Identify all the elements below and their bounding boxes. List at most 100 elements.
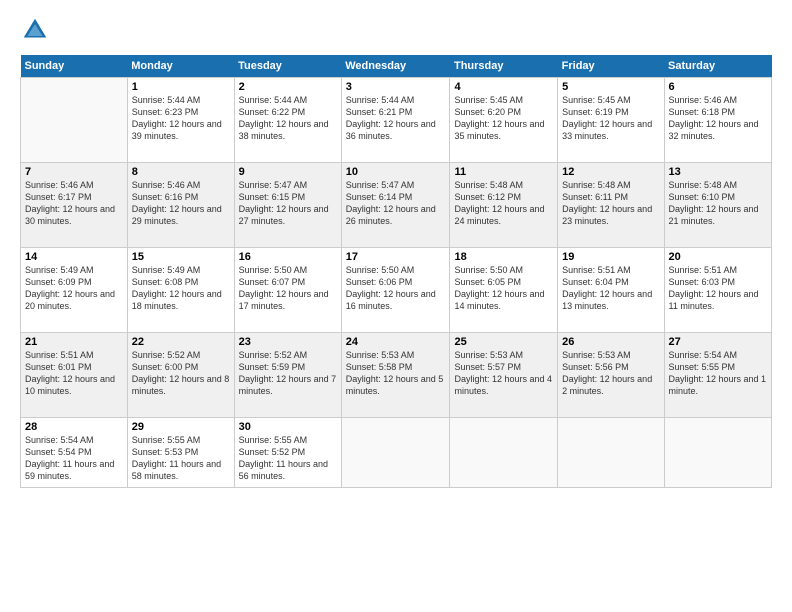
day-info: Sunrise: 5:47 AM Sunset: 6:14 PM Dayligh… — [346, 179, 446, 228]
sunrise-text: Sunrise: 5:50 AM — [454, 265, 523, 275]
sunrise-text: Sunrise: 5:52 AM — [239, 350, 308, 360]
calendar-day-cell: 17 Sunrise: 5:50 AM Sunset: 6:06 PM Dayl… — [341, 248, 450, 333]
sunset-text: Sunset: 6:08 PM — [132, 277, 199, 287]
sunset-text: Sunset: 6:07 PM — [239, 277, 306, 287]
calendar-day-cell — [341, 418, 450, 488]
sunset-text: Sunset: 6:11 PM — [562, 192, 628, 202]
sunrise-text: Sunrise: 5:51 AM — [669, 265, 738, 275]
sunrise-text: Sunrise: 5:48 AM — [562, 180, 631, 190]
sunset-text: Sunset: 6:04 PM — [562, 277, 629, 287]
day-info: Sunrise: 5:44 AM Sunset: 6:21 PM Dayligh… — [346, 94, 446, 143]
day-info: Sunrise: 5:53 AM Sunset: 5:57 PM Dayligh… — [454, 349, 553, 398]
day-number: 13 — [669, 166, 768, 178]
calendar-day-header: Saturday — [664, 55, 772, 78]
calendar: SundayMondayTuesdayWednesdayThursdayFrid… — [20, 55, 772, 488]
calendar-week-row: 7 Sunrise: 5:46 AM Sunset: 6:17 PM Dayli… — [21, 163, 772, 248]
calendar-day-cell — [664, 418, 772, 488]
sunset-text: Sunset: 6:03 PM — [669, 277, 736, 287]
calendar-week-row: 14 Sunrise: 5:49 AM Sunset: 6:09 PM Dayl… — [21, 248, 772, 333]
sunrise-text: Sunrise: 5:46 AM — [669, 95, 738, 105]
day-info: Sunrise: 5:48 AM Sunset: 6:12 PM Dayligh… — [454, 179, 553, 228]
daylight-text: Daylight: 12 hours and 1 minute. — [669, 374, 767, 396]
logo — [20, 15, 54, 45]
sunrise-text: Sunrise: 5:45 AM — [562, 95, 631, 105]
sunrise-text: Sunrise: 5:46 AM — [132, 180, 201, 190]
day-info: Sunrise: 5:49 AM Sunset: 6:09 PM Dayligh… — [25, 264, 123, 313]
day-number: 7 — [25, 166, 123, 178]
sunset-text: Sunset: 6:17 PM — [25, 192, 92, 202]
sunset-text: Sunset: 5:52 PM — [239, 447, 306, 457]
day-info: Sunrise: 5:52 AM Sunset: 6:00 PM Dayligh… — [132, 349, 230, 398]
day-info: Sunrise: 5:51 AM Sunset: 6:03 PM Dayligh… — [669, 264, 768, 313]
sunrise-text: Sunrise: 5:53 AM — [346, 350, 415, 360]
calendar-day-cell — [450, 418, 558, 488]
day-info: Sunrise: 5:44 AM Sunset: 6:23 PM Dayligh… — [132, 94, 230, 143]
day-number: 20 — [669, 251, 768, 263]
sunset-text: Sunset: 5:58 PM — [346, 362, 413, 372]
daylight-text: Daylight: 12 hours and 32 minutes. — [669, 119, 759, 141]
day-info: Sunrise: 5:45 AM Sunset: 6:20 PM Dayligh… — [454, 94, 553, 143]
calendar-week-row: 21 Sunrise: 5:51 AM Sunset: 6:01 PM Dayl… — [21, 333, 772, 418]
sunrise-text: Sunrise: 5:47 AM — [239, 180, 308, 190]
sunrise-text: Sunrise: 5:48 AM — [454, 180, 523, 190]
daylight-text: Daylight: 12 hours and 21 minutes. — [669, 204, 759, 226]
day-info: Sunrise: 5:54 AM Sunset: 5:55 PM Dayligh… — [669, 349, 768, 398]
sunset-text: Sunset: 6:14 PM — [346, 192, 413, 202]
sunrise-text: Sunrise: 5:54 AM — [669, 350, 738, 360]
day-info: Sunrise: 5:53 AM Sunset: 5:56 PM Dayligh… — [562, 349, 659, 398]
daylight-text: Daylight: 12 hours and 16 minutes. — [346, 289, 436, 311]
logo-icon — [20, 15, 50, 45]
day-number: 10 — [346, 166, 446, 178]
daylight-text: Daylight: 12 hours and 23 minutes. — [562, 204, 652, 226]
sunrise-text: Sunrise: 5:52 AM — [132, 350, 201, 360]
calendar-day-cell: 23 Sunrise: 5:52 AM Sunset: 5:59 PM Dayl… — [234, 333, 341, 418]
calendar-day-cell: 2 Sunrise: 5:44 AM Sunset: 6:22 PM Dayli… — [234, 78, 341, 163]
calendar-day-cell: 27 Sunrise: 5:54 AM Sunset: 5:55 PM Dayl… — [664, 333, 772, 418]
day-info: Sunrise: 5:51 AM Sunset: 6:01 PM Dayligh… — [25, 349, 123, 398]
calendar-day-cell: 25 Sunrise: 5:53 AM Sunset: 5:57 PM Dayl… — [450, 333, 558, 418]
calendar-day-cell: 1 Sunrise: 5:44 AM Sunset: 6:23 PM Dayli… — [127, 78, 234, 163]
day-info: Sunrise: 5:54 AM Sunset: 5:54 PM Dayligh… — [25, 434, 123, 483]
day-info: Sunrise: 5:49 AM Sunset: 6:08 PM Dayligh… — [132, 264, 230, 313]
daylight-text: Daylight: 12 hours and 29 minutes. — [132, 204, 222, 226]
day-number: 28 — [25, 421, 123, 433]
sunset-text: Sunset: 6:18 PM — [669, 107, 736, 117]
calendar-day-cell: 10 Sunrise: 5:47 AM Sunset: 6:14 PM Dayl… — [341, 163, 450, 248]
sunrise-text: Sunrise: 5:47 AM — [346, 180, 415, 190]
day-number: 5 — [562, 81, 659, 93]
calendar-day-cell: 30 Sunrise: 5:55 AM Sunset: 5:52 PM Dayl… — [234, 418, 341, 488]
sunset-text: Sunset: 6:21 PM — [346, 107, 413, 117]
calendar-day-header: Tuesday — [234, 55, 341, 78]
daylight-text: Daylight: 12 hours and 27 minutes. — [239, 204, 329, 226]
sunrise-text: Sunrise: 5:50 AM — [239, 265, 308, 275]
daylight-text: Daylight: 12 hours and 4 minutes. — [454, 374, 552, 396]
day-info: Sunrise: 5:46 AM Sunset: 6:18 PM Dayligh… — [669, 94, 768, 143]
sunset-text: Sunset: 5:56 PM — [562, 362, 629, 372]
daylight-text: Daylight: 12 hours and 8 minutes. — [132, 374, 230, 396]
day-number: 6 — [669, 81, 768, 93]
sunrise-text: Sunrise: 5:44 AM — [346, 95, 415, 105]
calendar-day-header: Friday — [558, 55, 664, 78]
calendar-day-cell: 22 Sunrise: 5:52 AM Sunset: 6:00 PM Dayl… — [127, 333, 234, 418]
calendar-day-cell — [21, 78, 128, 163]
day-info: Sunrise: 5:44 AM Sunset: 6:22 PM Dayligh… — [239, 94, 337, 143]
sunset-text: Sunset: 6:23 PM — [132, 107, 199, 117]
sunrise-text: Sunrise: 5:48 AM — [669, 180, 738, 190]
sunset-text: Sunset: 6:22 PM — [239, 107, 306, 117]
day-info: Sunrise: 5:55 AM Sunset: 5:53 PM Dayligh… — [132, 434, 230, 483]
sunset-text: Sunset: 5:53 PM — [132, 447, 199, 457]
day-number: 19 — [562, 251, 659, 263]
sunrise-text: Sunrise: 5:49 AM — [132, 265, 201, 275]
day-info: Sunrise: 5:50 AM Sunset: 6:07 PM Dayligh… — [239, 264, 337, 313]
daylight-text: Daylight: 12 hours and 7 minutes. — [239, 374, 337, 396]
day-number: 21 — [25, 336, 123, 348]
calendar-day-cell: 9 Sunrise: 5:47 AM Sunset: 6:15 PM Dayli… — [234, 163, 341, 248]
day-info: Sunrise: 5:46 AM Sunset: 6:17 PM Dayligh… — [25, 179, 123, 228]
calendar-week-row: 1 Sunrise: 5:44 AM Sunset: 6:23 PM Dayli… — [21, 78, 772, 163]
sunset-text: Sunset: 6:00 PM — [132, 362, 199, 372]
calendar-day-cell — [558, 418, 664, 488]
day-number: 4 — [454, 81, 553, 93]
daylight-text: Daylight: 12 hours and 26 minutes. — [346, 204, 436, 226]
day-info: Sunrise: 5:45 AM Sunset: 6:19 PM Dayligh… — [562, 94, 659, 143]
calendar-day-cell: 24 Sunrise: 5:53 AM Sunset: 5:58 PM Dayl… — [341, 333, 450, 418]
